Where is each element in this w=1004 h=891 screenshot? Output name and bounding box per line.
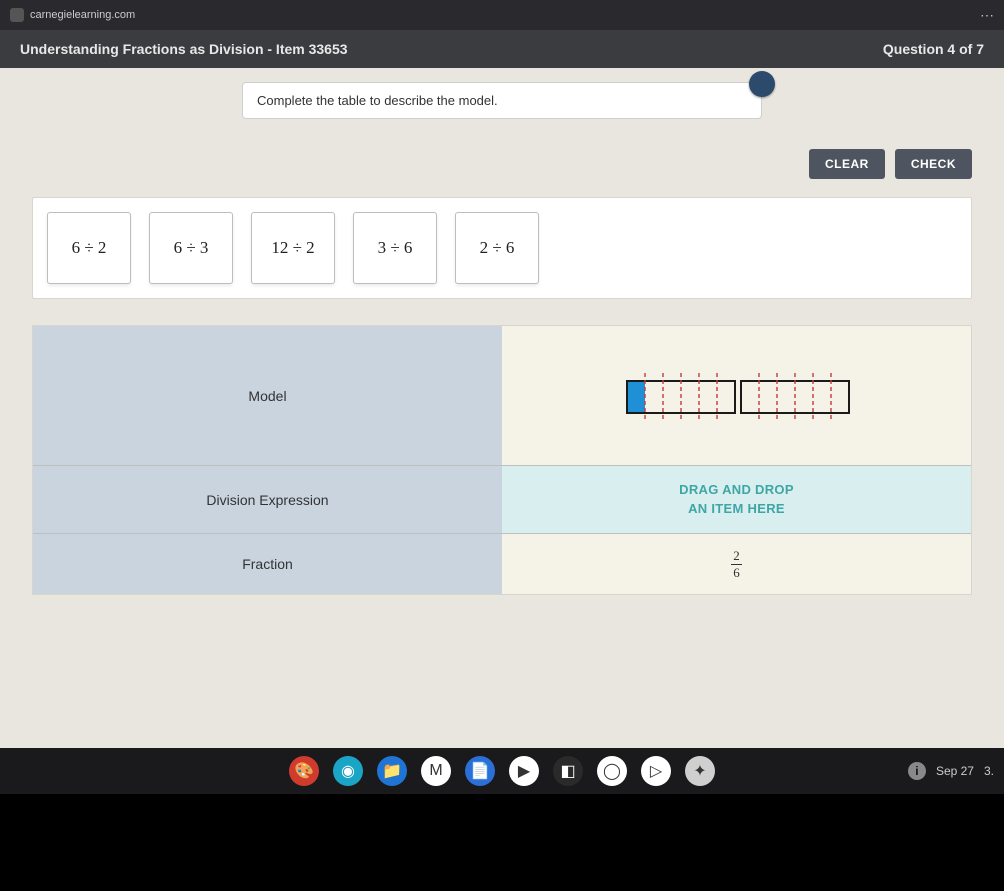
gmail-icon[interactable]: M	[421, 756, 451, 786]
info-icon[interactable]: i	[908, 762, 926, 780]
lesson-header: Understanding Fractions as Division - It…	[0, 30, 1004, 68]
lesson-title: Understanding Fractions as Division - It…	[20, 41, 348, 57]
dropzone-line2: AN ITEM HERE	[688, 501, 785, 516]
row-label-division: Division Expression	[33, 466, 502, 534]
app-icon-1[interactable]: 🎨	[289, 756, 319, 786]
browser-tab-bar: carnegielearning.com ⋯	[0, 0, 1004, 30]
division-drop-zone[interactable]: DRAG AND DROP AN ITEM HERE	[502, 466, 971, 534]
app-icon-10[interactable]: ✦	[685, 756, 715, 786]
row-label-fraction: Fraction	[33, 534, 502, 594]
check-button[interactable]: CHECK	[895, 149, 972, 179]
dropzone-line1: DRAG AND DROP	[679, 482, 794, 497]
action-button-row: CLEAR CHECK	[0, 119, 1004, 187]
taskbar-date: Sep 27	[936, 764, 974, 778]
app-icon-7[interactable]: ◧	[553, 756, 583, 786]
fraction-cell: 2 6	[502, 534, 971, 594]
youtube-icon[interactable]: ▶	[509, 756, 539, 786]
play-icon[interactable]: ▷	[641, 756, 671, 786]
row-label-model: Model	[33, 326, 502, 466]
answer-table: Model Division Expression Fraction	[32, 325, 972, 595]
os-taskbar: 🎨 ◉ 📁 M 📄 ▶ ◧ ◯ ▷ ✦ i Sep 27 3.	[0, 748, 1004, 794]
fraction-model-svg	[607, 361, 867, 431]
docs-icon[interactable]: 📄	[465, 756, 495, 786]
drag-tiles-strip: 6 ÷ 2 6 ÷ 3 12 ÷ 2 3 ÷ 6 2 ÷ 6	[32, 197, 972, 299]
drag-tile[interactable]: 6 ÷ 2	[47, 212, 131, 284]
app-icon-2[interactable]: ◉	[333, 756, 363, 786]
files-icon[interactable]: 📁	[377, 756, 407, 786]
fraction-display: 2 6	[731, 548, 742, 581]
model-cell	[502, 326, 971, 466]
fraction-numerator: 2	[731, 548, 742, 565]
taskbar-battery: 3.	[984, 764, 994, 778]
taskbar-tray: i Sep 27 3.	[908, 762, 994, 780]
chrome-icon[interactable]: ◯	[597, 756, 627, 786]
drag-tile[interactable]: 6 ÷ 3	[149, 212, 233, 284]
drag-tile[interactable]: 12 ÷ 2	[251, 212, 335, 284]
tab-favicon	[10, 8, 24, 22]
table-label-column: Model Division Expression Fraction	[33, 326, 502, 594]
fraction-denominator: 6	[731, 565, 742, 581]
pin-icon[interactable]	[749, 71, 775, 97]
tab-title: carnegielearning.com	[30, 9, 135, 21]
table-value-column: DRAG AND DROP AN ITEM HERE 2 6	[502, 326, 971, 594]
prompt-text: Complete the table to describe the model…	[257, 93, 498, 108]
prompt-card: Complete the table to describe the model…	[242, 82, 762, 119]
clear-button[interactable]: CLEAR	[809, 149, 885, 179]
content-area: Complete the table to describe the model…	[0, 68, 1004, 748]
browser-menu-icon[interactable]: ⋯	[980, 7, 994, 24]
drag-tile[interactable]: 2 ÷ 6	[455, 212, 539, 284]
question-counter: Question 4 of 7	[883, 41, 984, 57]
drag-tile[interactable]: 3 ÷ 6	[353, 212, 437, 284]
